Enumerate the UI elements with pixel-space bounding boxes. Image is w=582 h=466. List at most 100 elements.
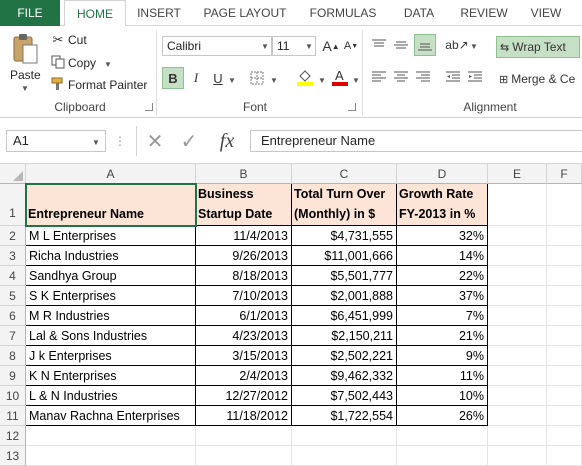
cell-e6[interactable] [488, 306, 547, 326]
fill-color-dropdown-icon[interactable]: ▼ [318, 76, 326, 85]
cell-b1[interactable]: Business Startup Date [196, 184, 292, 226]
align-bottom-icon[interactable] [414, 34, 436, 56]
cell-f5[interactable] [547, 286, 582, 306]
cell-c3[interactable]: $11,001,666 [292, 246, 397, 266]
cell-d4[interactable]: 22% [397, 266, 488, 286]
cell-a10[interactable]: L & N Industries [26, 386, 196, 406]
cell-a9[interactable]: K N Enterprises [26, 366, 196, 386]
decrease-indent-icon[interactable] [444, 68, 462, 86]
cell-b6[interactable]: 6/1/2013 [196, 306, 292, 326]
fill-color-icon[interactable] [294, 66, 316, 88]
cell-e2[interactable] [488, 226, 547, 246]
formula-input[interactable]: Entrepreneur Name [250, 130, 582, 152]
borders-dropdown-icon[interactable]: ▼ [270, 76, 278, 85]
cell-d12[interactable] [397, 426, 488, 446]
cell-f11[interactable] [547, 406, 582, 426]
cell-d3[interactable]: 14% [397, 246, 488, 266]
tab-insert[interactable]: INSERT [128, 0, 190, 26]
cell-c10[interactable]: $7,502,443 [292, 386, 397, 406]
cell-c7[interactable]: $2,150,211 [292, 326, 397, 346]
row-header-12[interactable]: 12 [0, 426, 26, 446]
cell-e10[interactable] [488, 386, 547, 406]
name-box[interactable]: A1 [6, 130, 106, 152]
paste-icon[interactable] [8, 32, 42, 68]
row-header-8[interactable]: 8 [0, 346, 26, 366]
cell-f12[interactable] [547, 426, 582, 446]
font-name-dropdown-icon[interactable]: ▼ [261, 42, 269, 51]
column-header-e[interactable]: E [488, 164, 547, 184]
row-header-3[interactable]: 3 [0, 246, 26, 266]
font-size-dropdown-icon[interactable]: ▼ [305, 42, 313, 51]
cell-b8[interactable]: 3/15/2013 [196, 346, 292, 366]
paste-dropdown-icon[interactable]: ▼ [21, 84, 29, 93]
cell-c1[interactable]: Total Turn Over (Monthly) in $ [292, 184, 397, 226]
cell-f3[interactable] [547, 246, 582, 266]
orientation-icon[interactable]: ab↗ [445, 36, 468, 54]
cell-b7[interactable]: 4/23/2013 [196, 326, 292, 346]
tab-review[interactable]: REVIEW [453, 0, 515, 26]
row-header-6[interactable]: 6 [0, 306, 26, 326]
align-top-icon[interactable] [370, 36, 388, 54]
cancel-icon[interactable]: ✕ [144, 130, 166, 153]
cell-a6[interactable]: M R Industries [26, 306, 196, 326]
cell-b2[interactable]: 11/4/2013 [196, 226, 292, 246]
copy-button[interactable]: Copy [68, 56, 96, 70]
cell-d13[interactable] [397, 446, 488, 466]
cell-f9[interactable] [547, 366, 582, 386]
italic-button[interactable]: I [186, 67, 206, 89]
cell-d10[interactable]: 10% [397, 386, 488, 406]
bold-button[interactable]: B [162, 67, 184, 89]
cell-b5[interactable]: 7/10/2013 [196, 286, 292, 306]
cell-a13[interactable] [26, 446, 196, 466]
cell-a1[interactable]: Entrepreneur Name [26, 184, 196, 226]
cell-d1[interactable]: Growth Rate FY-2013 in % [397, 184, 488, 226]
font-name-field[interactable]: Calibri [162, 36, 272, 56]
cell-f8[interactable] [547, 346, 582, 366]
worksheet-grid[interactable]: ABCDEF 1 2 3 4 5 6 7 8 9 10 11 12 13 Entrepreneur Na… [0, 164, 582, 466]
cell-c13[interactable] [292, 446, 397, 466]
cell-c9[interactable]: $9,462,332 [292, 366, 397, 386]
tab-file[interactable]: FILE [0, 0, 60, 26]
row-header-2[interactable]: 2 [0, 226, 26, 246]
row-header-11[interactable]: 11 [0, 406, 26, 426]
cell-e12[interactable] [488, 426, 547, 446]
cell-b12[interactable] [196, 426, 292, 446]
cell-d5[interactable]: 37% [397, 286, 488, 306]
tab-page-layout[interactable]: PAGE LAYOUT [195, 0, 295, 26]
cell-d6[interactable]: 7% [397, 306, 488, 326]
font-color-dropdown-icon[interactable]: ▼ [352, 76, 360, 85]
cell-a4[interactable]: Sandhya Group [26, 266, 196, 286]
merge-center-button[interactable]: ⊞ Merge & Ce [496, 68, 582, 90]
cell-a5[interactable]: S K Enterprises [26, 286, 196, 306]
cell-f2[interactable] [547, 226, 582, 246]
row-header-13[interactable]: 13 [0, 446, 26, 466]
font-color-icon[interactable]: A [330, 66, 350, 88]
cell-d2[interactable]: 32% [397, 226, 488, 246]
column-header-d[interactable]: D [397, 164, 488, 184]
column-header-b[interactable]: B [196, 164, 292, 184]
cell-e13[interactable] [488, 446, 547, 466]
cell-c12[interactable] [292, 426, 397, 446]
clipboard-launcher-icon[interactable] [145, 103, 153, 111]
borders-icon[interactable] [246, 67, 268, 89]
cell-a7[interactable]: Lal & Sons Industries [26, 326, 196, 346]
cell-d7[interactable]: 21% [397, 326, 488, 346]
orientation-dropdown-icon[interactable]: ▼ [470, 42, 478, 51]
cell-c4[interactable]: $5,501,777 [292, 266, 397, 286]
tab-view[interactable]: VIEW [523, 0, 569, 26]
cell-e9[interactable] [488, 366, 547, 386]
cell-a2[interactable]: M L Enterprises [26, 226, 196, 246]
align-left-icon[interactable] [370, 68, 388, 86]
cell-a8[interactable]: J k Enterprises [26, 346, 196, 366]
cell-a12[interactable] [26, 426, 196, 446]
cell-b3[interactable]: 9/26/2013 [196, 246, 292, 266]
column-header-c[interactable]: C [292, 164, 397, 184]
cell-e1[interactable] [488, 184, 547, 226]
tab-home[interactable]: HOME [64, 0, 126, 27]
enter-icon[interactable]: ✓ [178, 130, 200, 153]
cell-f7[interactable] [547, 326, 582, 346]
cell-c11[interactable]: $1,722,554 [292, 406, 397, 426]
name-box-dropdown-icon[interactable]: ▼ [92, 138, 100, 147]
cell-f10[interactable] [547, 386, 582, 406]
row-header-1[interactable]: 1 [0, 184, 26, 226]
